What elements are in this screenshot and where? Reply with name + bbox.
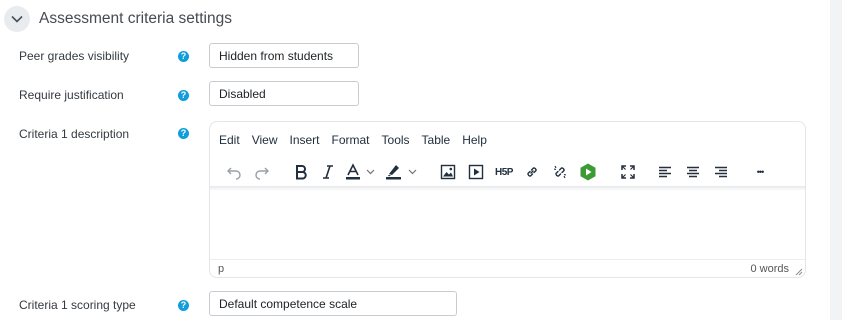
image-icon bbox=[440, 164, 456, 180]
menu-format[interactable]: Format bbox=[332, 133, 370, 147]
align-left-icon bbox=[659, 166, 671, 178]
insert-media-button[interactable] bbox=[466, 160, 486, 184]
bold-button[interactable] bbox=[291, 160, 311, 184]
redo-button[interactable] bbox=[252, 160, 272, 184]
menu-edit[interactable]: Edit bbox=[219, 133, 240, 147]
italic-button[interactable] bbox=[318, 160, 338, 184]
unlink-button[interactable] bbox=[550, 160, 570, 184]
menu-insert[interactable]: Insert bbox=[289, 133, 319, 147]
align-right-icon bbox=[715, 166, 727, 178]
menu-tools[interactable]: Tools bbox=[382, 133, 410, 147]
resize-handle-icon[interactable] bbox=[794, 267, 803, 276]
menu-help[interactable]: Help bbox=[462, 133, 487, 147]
editor-toolbar: H5P ••• bbox=[216, 160, 801, 184]
editor-menubar: Edit View Insert Format Tools Table Help bbox=[219, 133, 499, 147]
element-path[interactable]: p bbox=[218, 263, 224, 275]
insert-image-button[interactable] bbox=[438, 160, 458, 184]
require-justification-value: Disabled bbox=[219, 86, 266, 101]
peer-grades-visibility-label: Peer grades visibility bbox=[19, 49, 130, 63]
h5p-icon: H5P bbox=[495, 166, 513, 178]
link-button[interactable] bbox=[522, 160, 542, 184]
more-icon: ••• bbox=[756, 167, 765, 177]
text-color-button[interactable] bbox=[344, 160, 380, 184]
media-icon bbox=[468, 164, 484, 180]
panopto-icon bbox=[580, 163, 596, 181]
criteria-1-scoring-type-value: Default competence scale bbox=[219, 296, 358, 311]
criteria-1-description-label: Criteria 1 description bbox=[19, 127, 130, 141]
more-button[interactable]: ••• bbox=[750, 160, 770, 184]
bold-icon bbox=[296, 165, 307, 180]
peer-grades-visibility-value: Hidden from students bbox=[219, 48, 334, 63]
undo-button[interactable] bbox=[224, 160, 244, 184]
editor-statusbar: p 0 words bbox=[210, 259, 805, 277]
word-count[interactable]: 0 words bbox=[750, 263, 789, 275]
align-center-icon bbox=[687, 166, 699, 178]
help-icon[interactable]: ? bbox=[178, 300, 189, 311]
editor-content-area[interactable] bbox=[210, 191, 805, 259]
link-icon bbox=[527, 167, 537, 177]
highlight-color-button[interactable] bbox=[384, 160, 422, 184]
undo-icon bbox=[227, 167, 241, 180]
help-icon[interactable]: ? bbox=[178, 128, 189, 139]
italic-icon bbox=[323, 165, 333, 179]
help-icon[interactable]: ? bbox=[178, 51, 189, 62]
peer-grades-visibility-select[interactable]: Hidden from students bbox=[209, 43, 359, 68]
panopto-button[interactable] bbox=[577, 160, 599, 184]
page-scrollbar[interactable] bbox=[830, 0, 842, 320]
align-left-button[interactable] bbox=[655, 160, 675, 184]
help-icon[interactable]: ? bbox=[178, 90, 189, 101]
fullscreen-icon bbox=[621, 165, 635, 179]
menu-table[interactable]: Table bbox=[422, 133, 451, 147]
unlink-icon bbox=[553, 165, 567, 179]
fullscreen-button[interactable] bbox=[618, 160, 638, 184]
highlight-color-icon bbox=[386, 165, 417, 180]
require-justification-select[interactable]: Disabled bbox=[209, 81, 359, 106]
section-header: Assessment criteria settings bbox=[4, 5, 232, 33]
criteria-1-scoring-type-select[interactable]: Default competence scale bbox=[209, 291, 457, 316]
align-right-button[interactable] bbox=[711, 160, 731, 184]
text-color-icon bbox=[346, 163, 375, 180]
criteria-1-description-editor: Edit View Insert Format Tools Table Help bbox=[209, 121, 806, 278]
collapse-section-button[interactable] bbox=[4, 6, 30, 32]
require-justification-label: Require justification bbox=[19, 88, 124, 102]
chevron-down-icon bbox=[11, 15, 23, 23]
redo-icon bbox=[255, 167, 269, 180]
section-title: Assessment criteria settings bbox=[39, 10, 232, 27]
criteria-1-scoring-type-label: Criteria 1 scoring type bbox=[19, 298, 136, 312]
h5p-button[interactable]: H5P bbox=[493, 160, 515, 184]
menu-view[interactable]: View bbox=[252, 133, 278, 147]
align-center-button[interactable] bbox=[683, 160, 703, 184]
